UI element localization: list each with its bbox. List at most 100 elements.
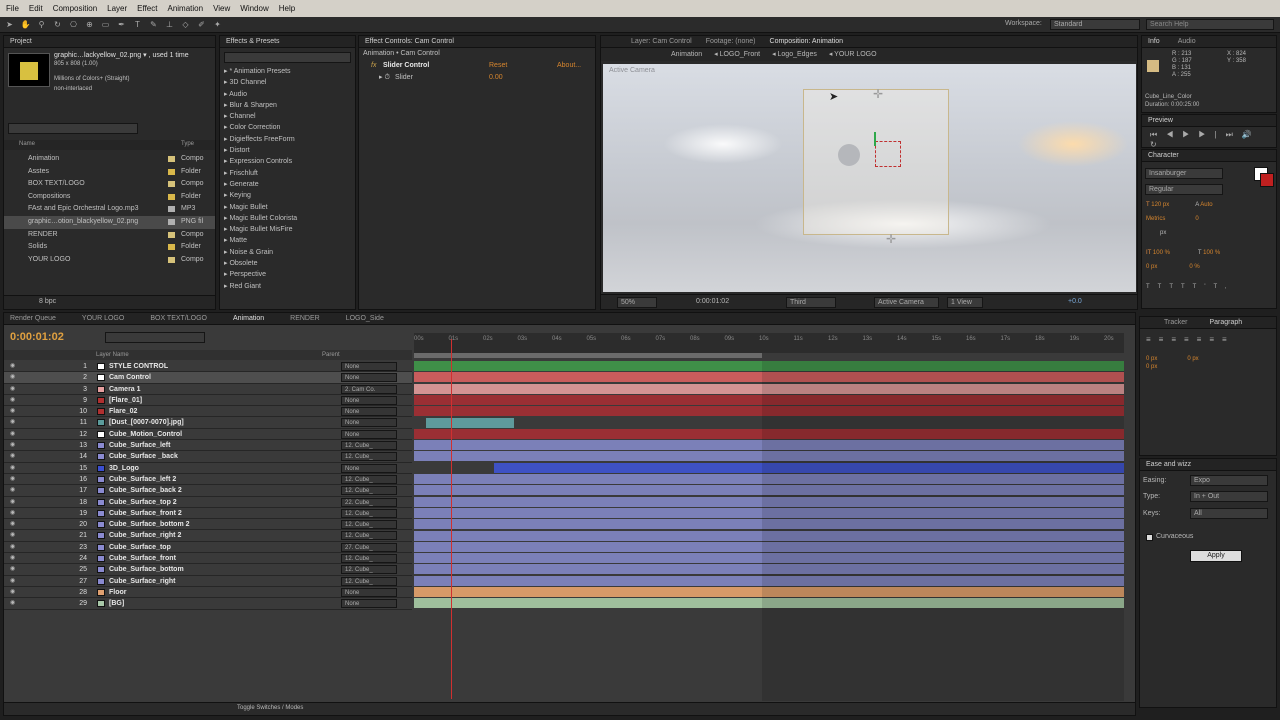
layer-row[interactable]: 14 Cube_Surface _back 12. Cube_ ◉ — [4, 451, 412, 463]
layer-row[interactable]: 24 Cube_Surface_front 12. Cube_ ◉ — [4, 553, 412, 565]
flowchart-item[interactable]: ◂ LOGO_Front — [714, 48, 760, 61]
effect-category[interactable]: ▸ Red Giant — [224, 281, 349, 292]
apply-button[interactable]: Apply — [1190, 550, 1242, 562]
layer-row[interactable]: 1 STYLE CONTROL None ◉ — [4, 361, 412, 373]
layer-row[interactable]: 13 Cube_Surface_left 12. Cube_ ◉ — [4, 440, 412, 452]
timeline-tab[interactable]: Animation — [233, 313, 264, 324]
layer-row[interactable]: 27 Cube_Surface_right 12. Cube_ ◉ — [4, 576, 412, 587]
effect-category[interactable]: ▸ Frischluft — [224, 168, 349, 179]
time-ruler[interactable]: 00s 01s 02s 03s 04s 05s 06s 07s 08s 09s 10s 11s 12s 1… — [414, 333, 1124, 353]
eye-icon[interactable]: ◉ — [10, 429, 15, 440]
about-link[interactable]: About... — [557, 60, 581, 72]
parent-select[interactable]: None — [341, 599, 397, 609]
slider-control-effect[interactable]: fx Slider Control Reset About... — [359, 60, 595, 72]
eye-icon[interactable]: ◉ — [10, 587, 15, 598]
parent-select[interactable]: None — [341, 407, 397, 417]
layer-name[interactable]: Camera 1 — [109, 384, 141, 395]
eye-icon[interactable]: ◉ — [10, 553, 15, 564]
slider-value[interactable]: 0.00 — [489, 72, 503, 84]
effects-search-input[interactable] — [224, 52, 351, 63]
timeline-tab[interactable]: YOUR LOGO — [82, 313, 124, 324]
viewer-tab[interactable]: Layer: Cam Control — [631, 36, 692, 47]
clone-tool-icon[interactable]: ⊥ — [163, 19, 176, 30]
parent-select[interactable]: None — [341, 395, 397, 405]
label-color-chip[interactable] — [168, 193, 175, 200]
layer-name[interactable]: Cube_Surface_left — [109, 440, 170, 451]
menu-animation[interactable]: Animation — [167, 4, 203, 13]
parent-select[interactable]: None — [341, 463, 397, 473]
layer-label-color[interactable] — [97, 532, 105, 540]
eye-icon[interactable]: ◉ — [10, 530, 15, 541]
label-color-chip[interactable] — [168, 218, 175, 225]
layer-label-color[interactable] — [97, 498, 105, 506]
project-item[interactable]: BOX TEXT/LOGO Compo — [4, 178, 215, 191]
composition-canvas[interactable]: Active Camera ✛ ✛ ➤ — [603, 64, 1136, 292]
layer-name[interactable]: Cube_Surface_top 2 — [109, 497, 177, 508]
preview-tab[interactable]: Preview — [1142, 115, 1276, 127]
effect-category[interactable]: ▸ Audio — [224, 89, 349, 100]
layer-label-color[interactable] — [97, 408, 105, 416]
parent-select[interactable]: 12. Cube_ — [341, 531, 397, 541]
parent-select[interactable]: 12. Cube_ — [341, 576, 397, 586]
layer-row[interactable]: 2 Cam Control None ◉ — [4, 372, 412, 384]
timeline-search-input[interactable] — [105, 332, 205, 343]
work-area-bar[interactable] — [414, 353, 762, 358]
layer-row[interactable]: 3 Camera 1 2. Cam Co. ◉ — [4, 384, 412, 395]
tracker-tab[interactable]: Tracker — [1164, 317, 1187, 328]
eye-icon[interactable]: ◉ — [10, 451, 15, 462]
type-tool-icon[interactable]: T — [131, 19, 144, 30]
eye-icon[interactable]: ◉ — [10, 519, 15, 530]
parent-select[interactable]: 2. Cam Co. — [341, 384, 397, 394]
layer-label-color[interactable] — [97, 577, 105, 585]
pan-behind-tool-icon[interactable]: ⊕ — [83, 19, 96, 30]
project-item[interactable]: Asstes Folder — [4, 166, 215, 179]
effect-controls-tab[interactable]: Effect Controls: Cam Control — [359, 36, 595, 48]
layer-name[interactable]: Cube_Surface_front — [109, 553, 176, 564]
flowchart-item[interactable]: ◂ Logo_Edges — [772, 48, 817, 61]
project-item[interactable]: Compositions Folder — [4, 191, 215, 204]
reset-link[interactable]: Reset — [489, 60, 507, 72]
timeline-tab[interactable]: LOGO_Side — [346, 313, 384, 324]
easing-select[interactable]: Expo — [1190, 475, 1268, 486]
label-color-chip[interactable] — [168, 256, 175, 263]
menu-file[interactable]: File — [6, 4, 19, 13]
effect-category[interactable]: ▸ Magic Bullet Colorista — [224, 213, 349, 224]
parent-select[interactable]: None — [341, 418, 397, 428]
layer-label-color[interactable] — [97, 521, 105, 529]
layer-name[interactable]: Floor — [109, 587, 127, 598]
layer-label-color[interactable] — [97, 385, 105, 393]
view-layout-select[interactable]: 1 View — [947, 297, 983, 308]
layer-row[interactable]: 28 Floor None ◉ — [4, 587, 412, 599]
timeline-current-time[interactable]: 0:00:01:02 — [10, 331, 64, 343]
layer-label-color[interactable] — [97, 419, 105, 427]
layer-label-color[interactable] — [97, 363, 105, 370]
layer-row[interactable]: 23 Cube_Surface_top 27. Cube_ ◉ — [4, 542, 412, 554]
label-color-chip[interactable] — [168, 206, 175, 213]
label-color-chip[interactable] — [168, 156, 175, 162]
parent-select[interactable]: 12. Cube_ — [341, 452, 397, 462]
viewer-time[interactable]: 0:00:01:02 — [696, 298, 729, 305]
camera-target-gizmo[interactable] — [875, 141, 901, 167]
viewer-tab[interactable]: Footage: (none) — [706, 36, 756, 47]
layer-row[interactable]: 25 Cube_Surface_bottom 12. Cube_ ◉ — [4, 564, 412, 576]
effect-category[interactable]: ▸ * Animation Presets — [224, 66, 349, 77]
type-select[interactable]: In + Out — [1190, 491, 1268, 502]
brush-tool-icon[interactable]: ✎ — [147, 19, 160, 30]
layer-name[interactable]: Cube_Surface_top — [109, 542, 171, 553]
parent-select[interactable]: 12. Cube_ — [341, 474, 397, 484]
effect-category[interactable]: ▸ Channel — [224, 111, 349, 122]
layer-name[interactable]: [BG] — [109, 598, 124, 609]
eye-icon[interactable]: ◉ — [10, 542, 15, 553]
effect-category[interactable]: ▸ Obsolete — [224, 258, 349, 269]
layer-label-color[interactable] — [97, 374, 105, 382]
project-tab[interactable]: Project — [4, 36, 215, 48]
layer-name[interactable]: [Dust_[0007-0070].jpg] — [109, 417, 184, 428]
eye-icon[interactable]: ◉ — [10, 417, 15, 428]
camera-tool-icon[interactable]: ⎔ — [67, 19, 80, 30]
layer-row[interactable]: 15 3D_Logo None ◉ — [4, 463, 412, 474]
layer-row[interactable]: 10 Flare_02 None ◉ — [4, 406, 412, 418]
project-item[interactable]: Animation Compo — [4, 153, 215, 166]
layer-row[interactable]: 11 [Dust_[0007-0070].jpg] None ◉ — [4, 417, 412, 429]
menu-effect[interactable]: Effect — [137, 4, 157, 13]
layer-name[interactable]: Cube_Surface_right 2 — [109, 530, 181, 541]
